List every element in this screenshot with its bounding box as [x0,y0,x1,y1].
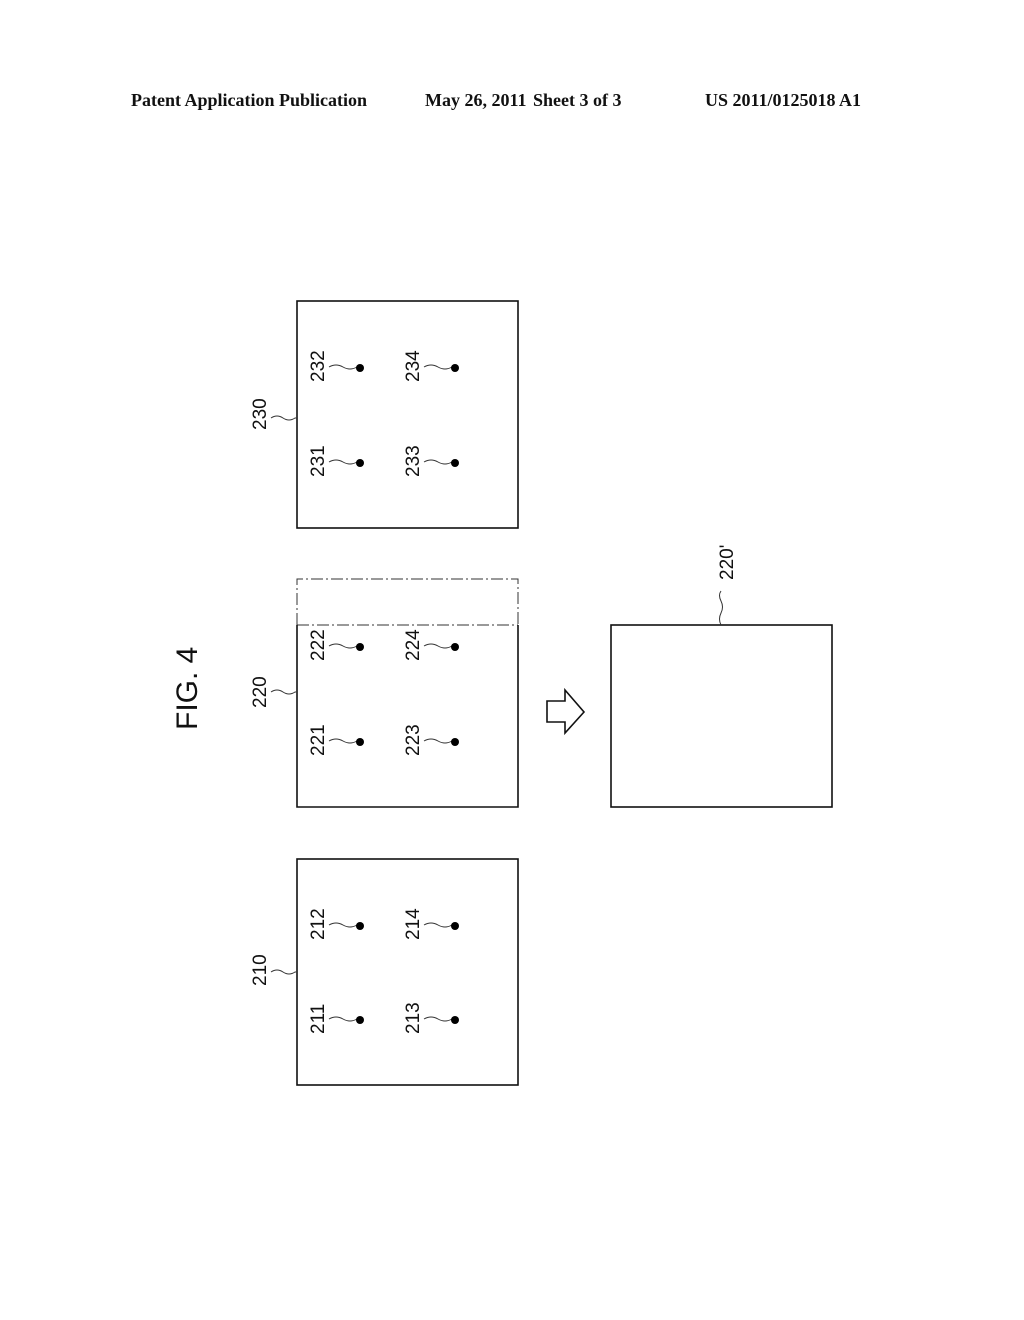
point-leader [423,738,453,744]
point-dot [451,922,459,930]
panel-230-frame [296,300,519,529]
panel-220: 220 221 222 223 224 [250,578,519,808]
point-dot [356,459,364,467]
panel-210: 210 211 212 213 214 [250,858,519,1086]
figure-title: FIG. 4 [171,647,204,730]
panel-210-label: 210 [250,954,271,986]
point-leader [328,643,358,649]
panel-230-label: 230 [250,398,271,430]
point-label: 224 [403,629,424,661]
panel-220-prime-leader [719,590,723,626]
point-dot [356,1016,364,1024]
point-label: 214 [403,908,424,940]
panel-220-prime-label: 220' [717,545,738,580]
panel-220-prime: 220' [610,545,833,808]
point-label: 212 [308,908,329,940]
point-dot [451,459,459,467]
point-leader [423,1016,453,1022]
point-label: 223 [403,724,424,756]
figure-drawing: FIG. 4 230 231 232 233 234 220 221 222 2… [171,300,833,1086]
point-label: 213 [403,1002,424,1034]
point-label: 222 [308,629,329,661]
point-leader [328,459,358,465]
point-dot [451,738,459,746]
point-label: 233 [403,445,424,477]
point-label: 211 [308,1004,329,1034]
point-leader [423,459,453,465]
panel-230-leader [270,415,297,421]
point-leader [328,364,358,370]
panel-220-leader [270,689,297,695]
point-label: 232 [308,350,329,382]
point-dot [356,738,364,746]
point-label: 231 [308,445,329,477]
point-leader [423,364,453,370]
panel-210-leader [270,969,297,975]
point-dot [451,643,459,651]
panel-220-cropped-region [296,578,519,625]
point-label: 221 [308,724,329,756]
point-leader [423,922,453,928]
point-label: 234 [403,350,424,382]
point-dot [451,364,459,372]
point-leader [328,922,358,928]
point-leader [328,1016,358,1022]
point-dot [451,1016,459,1024]
panel-220-label: 220 [250,676,271,708]
right-arrow-icon [546,687,586,736]
point-dot [356,922,364,930]
point-dot [356,364,364,372]
panel-220-prime-frame [610,624,833,808]
point-dot [356,643,364,651]
panel-230: 230 231 232 233 234 [250,300,519,529]
panel-210-frame [296,858,519,1086]
point-leader [423,643,453,649]
point-leader [328,738,358,744]
